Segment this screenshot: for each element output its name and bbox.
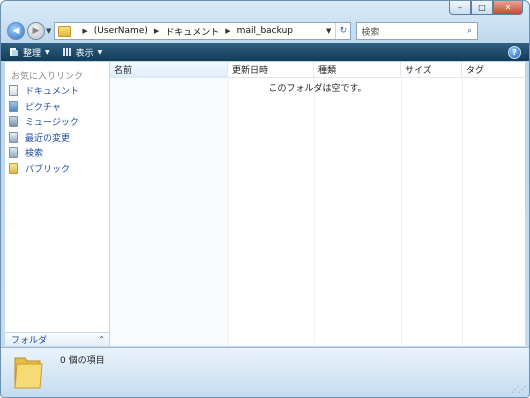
breadcrumb-mail-backup[interactable]: mail_backup — [237, 26, 293, 36]
nav-item-searches[interactable]: 検索 — [5, 145, 109, 161]
folders-toggle[interactable]: フォルダ ⌃ — [5, 332, 109, 346]
column-header-date-modified[interactable]: 更新日時 — [228, 62, 314, 77]
recent-pages-dropdown[interactable]: ▼ — [46, 27, 51, 35]
views-icon — [62, 48, 71, 56]
nav-item-pictures[interactable]: ピクチャ — [5, 99, 109, 115]
chevron-up-icon: ⌃ — [98, 335, 105, 344]
search-icon[interactable]: ⌕ — [461, 26, 477, 36]
name-column-shade — [110, 78, 229, 346]
column-header-type[interactable]: 種類 — [314, 62, 401, 77]
maximize-button[interactable]: □ — [471, 1, 493, 15]
nav-item-label: 最近の変更 — [25, 133, 71, 144]
explorer-window: – □ ✕ ◀ ▶ ▼ ▶ (UserName) ▶ ドキュメント ▶ mail… — [0, 0, 530, 398]
nav-item-music[interactable]: ミュージック — [5, 114, 109, 130]
nav-item-label: ドキュメント — [25, 87, 80, 98]
breadcrumb-documents[interactable]: ドキュメント — [165, 25, 219, 38]
nav-item-documents[interactable]: ドキュメント — [5, 83, 109, 99]
address-bar[interactable]: ▶ (UserName) ▶ ドキュメント ▶ mail_backup ▼ ↻ — [54, 22, 352, 40]
folder-icon — [58, 25, 72, 37]
views-label: 表示 — [75, 48, 94, 59]
breadcrumb-separator-icon[interactable]: ▶ — [154, 27, 159, 35]
public-folder-icon — [9, 162, 18, 174]
arrow-right-icon: ▶ — [32, 26, 40, 36]
nav-item-label: ミュージック — [25, 118, 79, 129]
search-placeholder[interactable]: 検索 — [361, 25, 379, 38]
forward-button[interactable]: ▶ — [27, 22, 45, 40]
address-dropdown-icon[interactable]: ▼ — [322, 27, 335, 35]
nav-item-recent-changes[interactable]: 最近の変更 — [5, 130, 109, 146]
chevron-down-icon: ▼ — [97, 48, 103, 56]
folder-icon — [14, 357, 43, 389]
command-bar: 整理 ▼ 表示 ▼ ? — [1, 43, 529, 61]
refresh-icon[interactable]: ↻ — [335, 23, 350, 39]
back-button[interactable]: ◀ — [7, 22, 25, 40]
close-button[interactable]: ✕ — [493, 1, 523, 15]
empty-folder-message: このフォルダは空です。 — [268, 84, 367, 94]
organize-icon — [10, 48, 18, 56]
column-headers: 名前 更新日時 種類 サイズ タグ — [110, 62, 525, 78]
resize-grip-icon[interactable]: ⋰⋰ — [511, 385, 526, 394]
organize-label: 整理 — [23, 48, 42, 59]
column-divider — [228, 78, 315, 346]
pictures-icon — [9, 100, 18, 112]
folders-label: フォルダ — [11, 336, 48, 346]
column-header-size[interactable]: サイズ — [401, 62, 462, 77]
details-pane: 0 個の項目 ⋰⋰ — [1, 347, 529, 397]
chevron-down-icon: ▼ — [45, 48, 50, 56]
views-button[interactable]: 表示 ▼ — [62, 46, 103, 59]
column-divider — [401, 78, 463, 346]
column-divider — [314, 78, 402, 346]
navigation-row: ◀ ▶ ▼ ▶ (UserName) ▶ ドキュメント ▶ mail_backu… — [7, 20, 523, 42]
recent-changes-icon — [9, 131, 18, 143]
organize-button[interactable]: 整理 ▼ — [9, 46, 50, 59]
item-count: 0 個の項目 — [60, 356, 105, 366]
help-button[interactable]: ? — [508, 46, 521, 59]
nav-item-label: 検索 — [25, 149, 44, 160]
window-controls: – □ ✕ — [449, 1, 523, 15]
breadcrumb-username[interactable]: (UserName) — [94, 26, 148, 36]
nav-item-label: ピクチャ — [25, 102, 61, 113]
column-header-name[interactable]: 名前 — [110, 62, 228, 77]
searches-icon — [9, 147, 18, 159]
file-list: 名前 更新日時 種類 サイズ タグ このフォルダは空です。 — [110, 62, 525, 346]
nav-item-label: パブリック — [25, 164, 71, 175]
column-header-tags[interactable]: タグ — [462, 62, 525, 77]
search-box[interactable]: 検索 ⌕ — [356, 22, 479, 40]
music-icon — [9, 116, 18, 128]
minimize-button[interactable]: – — [449, 1, 471, 15]
nav-item-public[interactable]: パブリック — [5, 161, 109, 177]
navigation-pane: お気に入りリンク ドキュメント ピクチャ ミュージック 最近の変更 検索 パブリ… — [5, 62, 110, 346]
breadcrumb-separator-icon[interactable]: ▶ — [225, 27, 230, 35]
documents-icon — [9, 85, 18, 97]
favorite-links-heading: お気に入りリンク — [11, 72, 84, 82]
breadcrumb-separator-icon[interactable]: ▶ — [82, 27, 87, 35]
arrow-left-icon: ◀ — [12, 26, 20, 36]
